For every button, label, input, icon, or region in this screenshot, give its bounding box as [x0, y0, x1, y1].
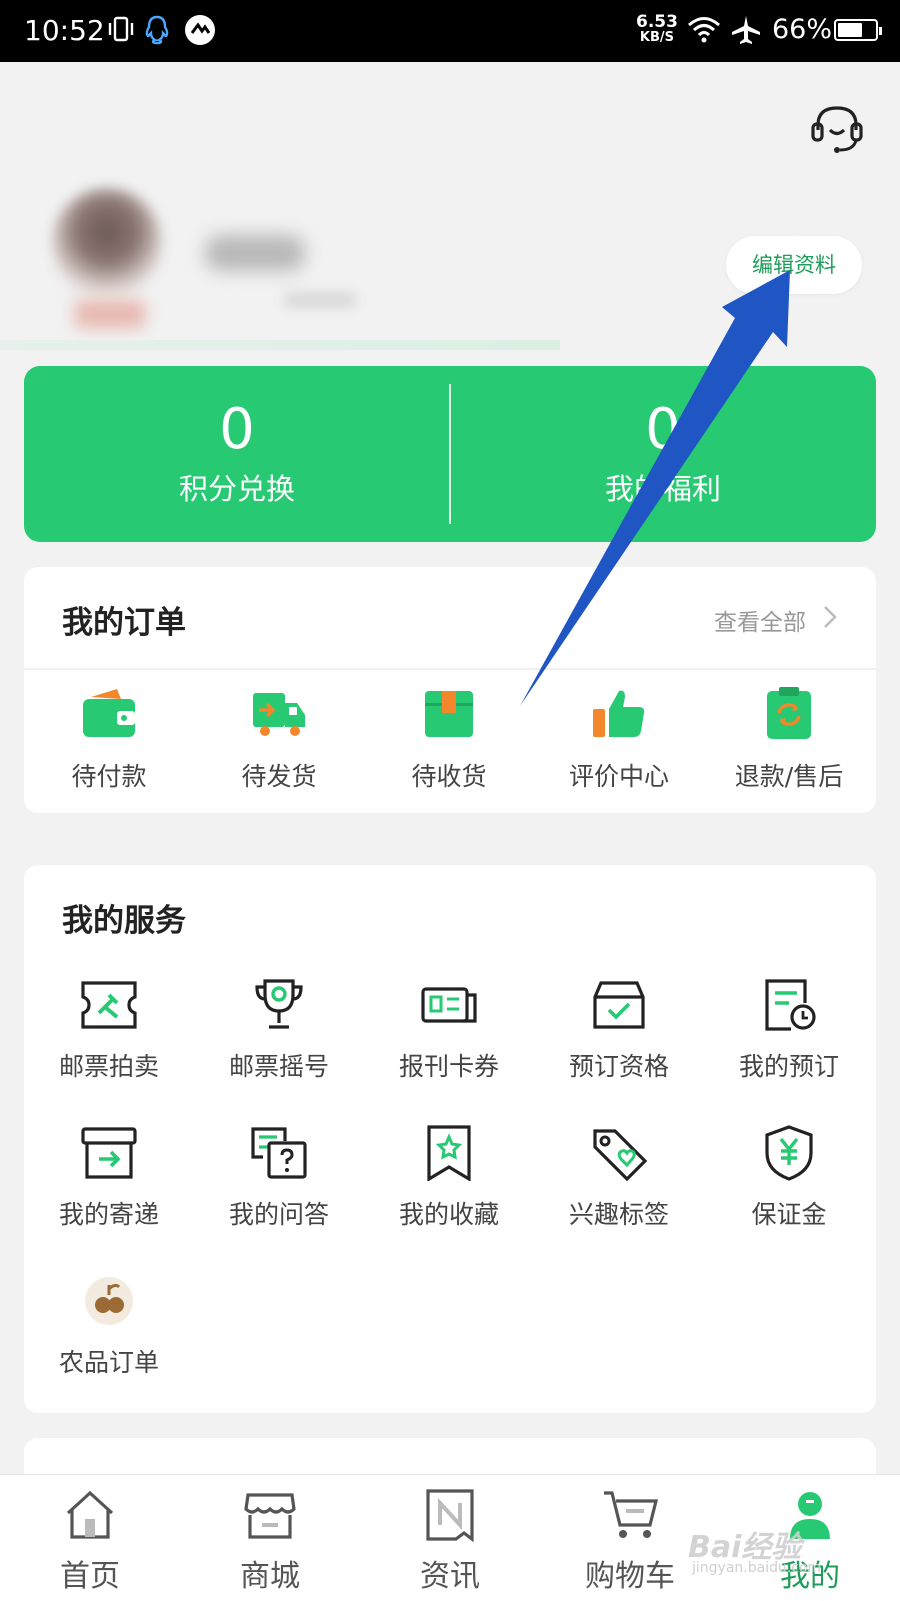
- clock-document-icon: [704, 977, 874, 1037]
- orders-title: 我的订单: [62, 605, 186, 641]
- airplane-mode-icon: [730, 14, 762, 50]
- service-my-qa-label: 我的问答: [228, 1200, 329, 1229]
- service-stamp-auction[interactable]: 邮票拍卖: [24, 977, 194, 1083]
- service-stamp-lottery-label: 邮票摇号: [228, 1052, 329, 1081]
- order-pending-receipt-label: 待收货: [411, 762, 487, 791]
- nav-home[interactable]: 首页: [0, 1475, 180, 1601]
- service-interest-tags[interactable]: 兴趣标签: [534, 1125, 704, 1231]
- thumbs-up-icon: [534, 685, 704, 747]
- nav-home-label: 首页: [60, 1559, 120, 1594]
- benefits-label: 我的福利: [604, 472, 721, 506]
- points-value: 0: [219, 397, 255, 462]
- avatar[interactable]: [52, 188, 162, 298]
- points-exchange[interactable]: 0 积分兑换: [24, 366, 450, 542]
- order-refund-aftersale[interactable]: 退款/售后: [704, 685, 874, 793]
- order-refund-aftersale-label: 退款/售后: [734, 762, 844, 791]
- my-services-card: 我的服务 邮票拍卖 邮票摇号 报刊卡券 预订资格 我的预订 我的寄递 我的问答 …: [24, 865, 876, 1413]
- order-pending-payment[interactable]: 待付款: [24, 685, 194, 793]
- edit-profile-button[interactable]: 编辑资料: [726, 236, 862, 294]
- news-icon: [360, 1487, 540, 1547]
- benefits-value: 0: [645, 397, 681, 462]
- nav-store[interactable]: 商城: [180, 1475, 360, 1601]
- service-interest-tags-label: 兴趣标签: [568, 1200, 669, 1229]
- service-my-favorites[interactable]: 我的收藏: [364, 1125, 534, 1231]
- nav-store-label: 商城: [240, 1559, 300, 1594]
- order-pending-receipt[interactable]: 待收货: [364, 685, 534, 793]
- my-benefits[interactable]: 0 我的福利: [450, 366, 876, 542]
- profile-divider: [0, 340, 560, 350]
- service-newspaper-coupon-label: 报刊卡券: [398, 1052, 499, 1081]
- package-box-icon: [364, 685, 534, 747]
- bookmark-star-icon: [364, 1125, 534, 1185]
- username: [205, 235, 305, 271]
- status-bar: 10:52 6.53 KB/S 66%: [0, 0, 900, 62]
- my-orders-card: 我的订单 查看全部 待付款 待发货 待收货 评价中心 退款/售后: [24, 567, 876, 813]
- orders-divider: [24, 668, 876, 670]
- service-my-reservations[interactable]: 我的预订: [704, 977, 874, 1083]
- service-stamp-lottery[interactable]: 邮票摇号: [194, 977, 364, 1083]
- wallet-icon: [24, 685, 194, 747]
- nav-news[interactable]: 资讯: [360, 1475, 540, 1601]
- view-all-orders-link[interactable]: 查看全部: [714, 603, 806, 637]
- card-coupon-icon: [364, 977, 534, 1037]
- store-icon: [180, 1487, 360, 1547]
- service-reservation-eligibility[interactable]: 预订资格: [534, 977, 704, 1083]
- fruit-icon: [24, 1273, 194, 1333]
- service-reservation-eligibility-label: 预订资格: [568, 1052, 669, 1081]
- stamp-auction-icon: [24, 977, 194, 1037]
- service-newspaper-coupon[interactable]: 报刊卡券: [364, 977, 534, 1083]
- battery-percent: 66%: [772, 14, 833, 45]
- qq-icon: [143, 14, 171, 50]
- customer-service-headset-icon[interactable]: [808, 100, 866, 162]
- service-my-qa[interactable]: 我的问答: [194, 1125, 364, 1231]
- vibrate-icon: [106, 14, 136, 48]
- user-level-badge: [75, 300, 145, 328]
- services-title: 我的服务: [62, 903, 186, 939]
- service-my-favorites-label: 我的收藏: [398, 1200, 499, 1229]
- wifi-icon: [686, 14, 722, 48]
- question-chat-icon: [194, 1125, 364, 1185]
- stats-card: 0 积分兑换 0 我的福利: [24, 366, 876, 542]
- order-pending-shipment[interactable]: 待发货: [194, 685, 364, 793]
- service-deposit[interactable]: 保证金: [704, 1125, 874, 1231]
- order-pending-payment-label: 待付款: [71, 762, 147, 791]
- order-review-center-label: 评价中心: [568, 762, 669, 791]
- service-deposit-label: 保证金: [751, 1200, 827, 1229]
- service-stamp-auction-label: 邮票拍卖: [58, 1052, 159, 1081]
- battery-icon: [834, 19, 882, 41]
- checked-box-icon: [534, 977, 704, 1037]
- order-review-center[interactable]: 评价中心: [534, 685, 704, 793]
- network-speed-value: 6.53: [636, 12, 678, 32]
- service-my-mailing-label: 我的寄递: [58, 1200, 159, 1229]
- home-icon: [0, 1487, 180, 1547]
- yuan-shield-icon: [704, 1125, 874, 1185]
- network-speed: 6.53 KB/S: [636, 14, 678, 46]
- trophy-icon: [194, 977, 364, 1037]
- points-label: 积分兑换: [178, 472, 295, 506]
- mail-out-box-icon: [24, 1125, 194, 1185]
- service-farm-orders[interactable]: 农品订单: [24, 1273, 194, 1379]
- service-my-mailing[interactable]: 我的寄递: [24, 1125, 194, 1231]
- status-time: 10:52: [24, 14, 105, 47]
- chevron-right-icon[interactable]: [822, 603, 838, 635]
- user-subtext: [285, 292, 355, 308]
- heart-tag-icon: [534, 1125, 704, 1185]
- refund-clipboard-icon: [704, 685, 874, 747]
- service-farm-orders-label: 农品订单: [58, 1348, 159, 1377]
- order-pending-shipment-label: 待发货: [241, 762, 317, 791]
- app-notification-icon: [184, 14, 216, 50]
- delivery-truck-icon: [194, 685, 364, 747]
- watermark-url: jingyan.baidu.com: [692, 1560, 822, 1576]
- user-profile[interactable]: [0, 180, 560, 350]
- nav-news-label: 资讯: [420, 1559, 480, 1594]
- service-my-reservations-label: 我的预订: [738, 1052, 839, 1081]
- network-speed-unit: KB/S: [639, 30, 675, 45]
